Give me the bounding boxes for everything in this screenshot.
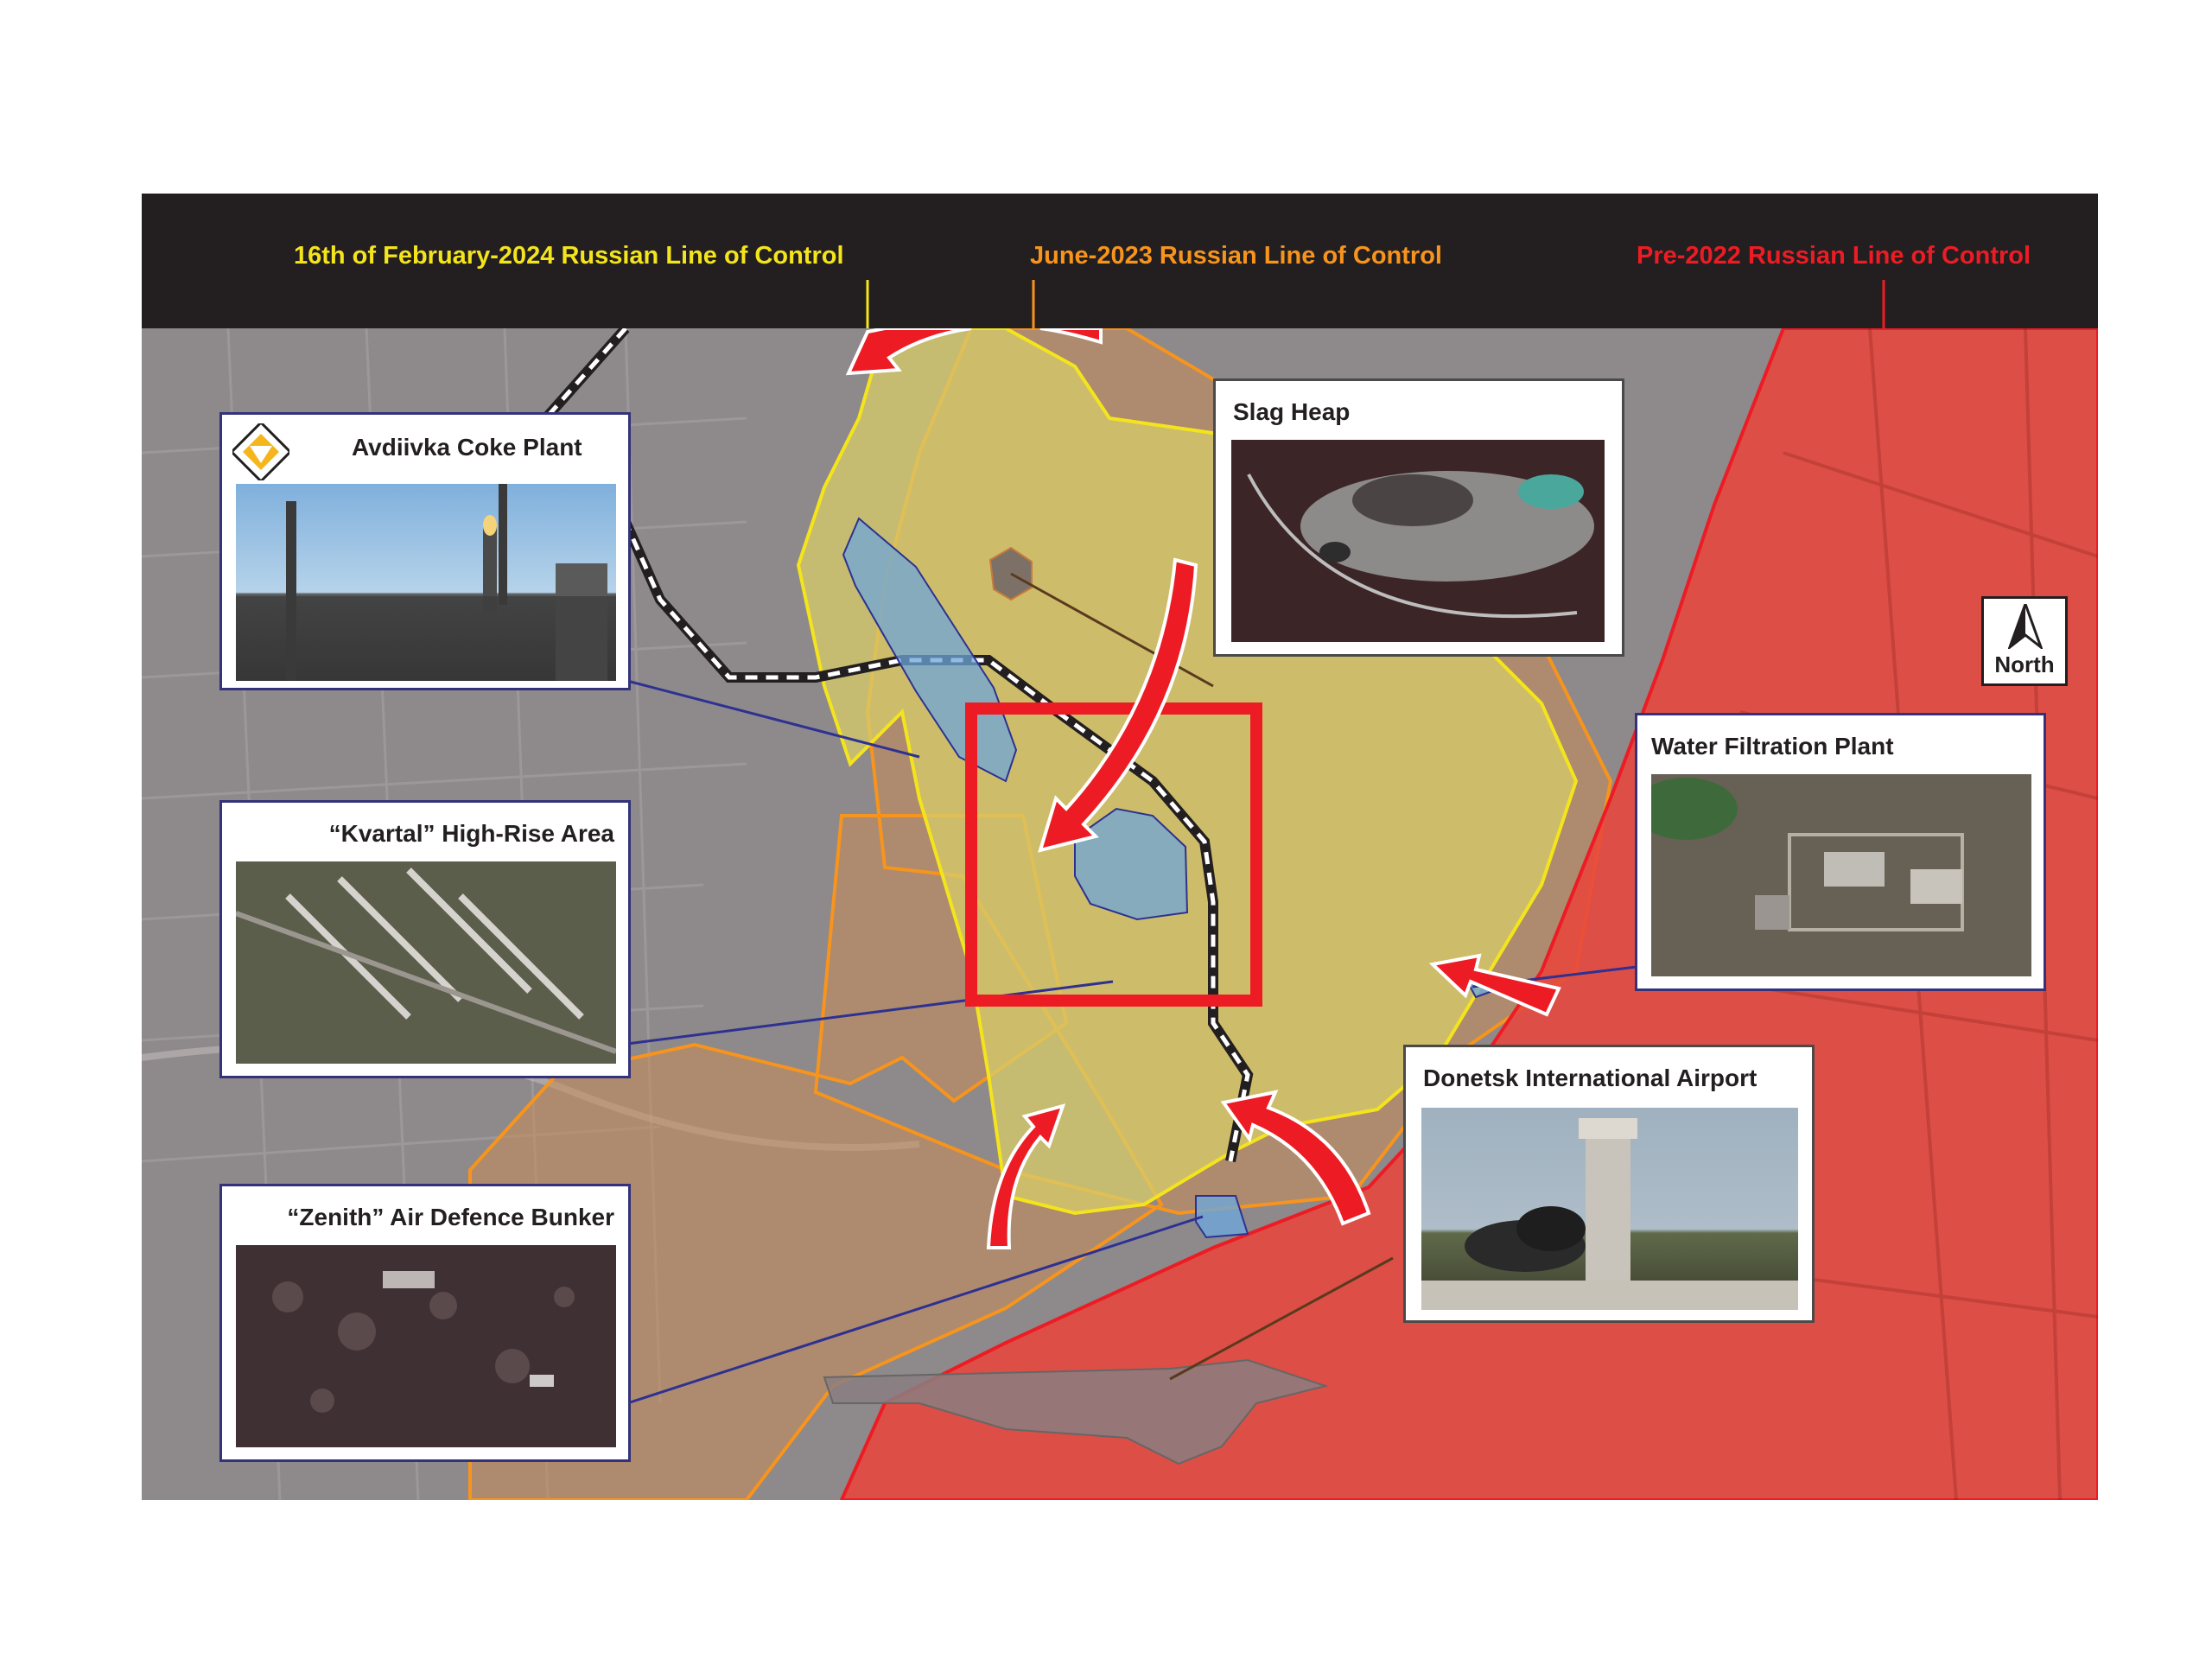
callout-zenith: “Zenith” Air Defence Bunker [219,1184,631,1462]
north-arrow-icon [2008,604,2043,649]
legend-ticks [866,280,1885,328]
zenith-photo [236,1245,616,1447]
north-label: North [1994,652,2055,677]
callout-water-plant: Water Filtration Plant [1635,713,2046,991]
water-plant-title: Water Filtration Plant [1651,733,1894,760]
coke-plant-photo [236,484,616,681]
airport-title: Donetsk International Airport [1423,1065,1758,1091]
callout-airport: Donetsk International Airport [1403,1045,1815,1323]
water-plant-photo-art [1651,778,1964,931]
airport-photo [1421,1108,1798,1310]
avdiivka-map: 16th of February-2024 Russian Line of Co… [142,194,2098,1500]
north-indicator: North [1981,596,2068,686]
kvartal-photo-art [236,868,616,1054]
slag-heap-photo-art [1247,471,1594,619]
airport-photo-art [1421,1118,1798,1310]
callout-slag-heap: Slag Heap [1213,378,1624,657]
zenith-photo-art [272,1271,575,1413]
kvartal-photo [236,861,616,1064]
coke-plant-title: Avdiivka Coke Plant [352,434,582,461]
legend-header: 16th of February-2024 Russian Line of Co… [142,194,2098,328]
callout-kvartal: “Kvartal” High-Rise Area [219,800,631,1078]
slag-heap-title: Slag Heap [1233,398,1351,425]
slag-heap-photo [1231,440,1605,642]
callout-coke-plant: Avdiivka Coke Plant [219,412,631,690]
coke-plant-logo-icon [232,423,289,480]
kvartal-title: “Kvartal” High-Rise Area [328,820,614,847]
coke-plant-photo-art [236,484,616,681]
zenith-title: “Zenith” Air Defence Bunker [287,1204,614,1230]
water-plant-photo [1651,774,2031,976]
